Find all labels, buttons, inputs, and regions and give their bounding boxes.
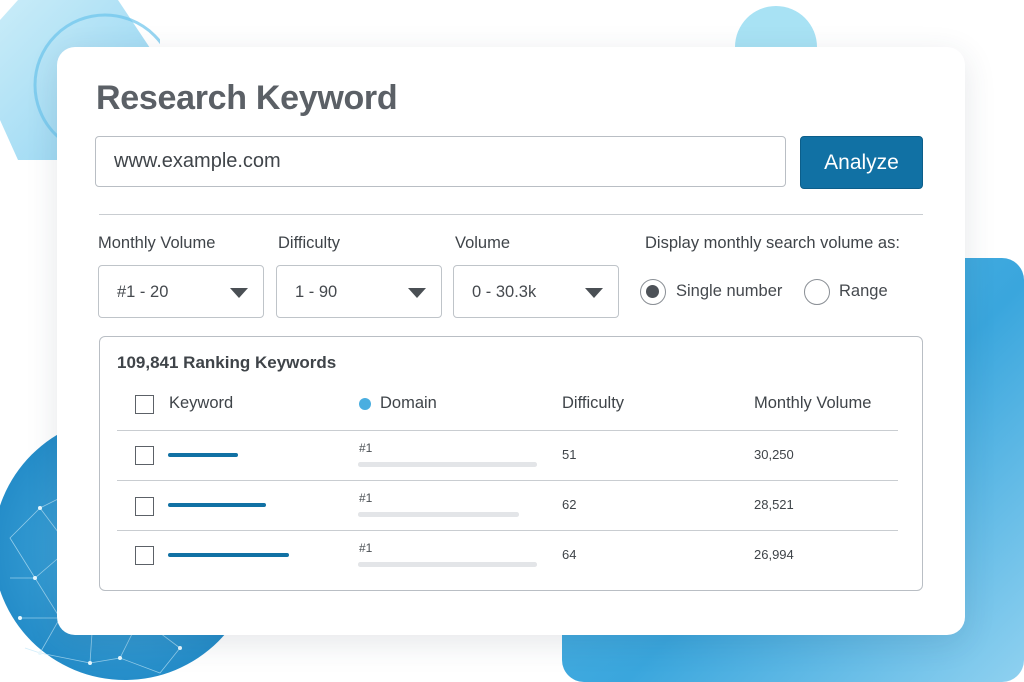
- results-count-title: 109,841 Ranking Keywords: [117, 353, 337, 372]
- row-checkbox[interactable]: [135, 546, 154, 565]
- domain-rank: #1: [359, 491, 373, 505]
- monthly-volume-select[interactable]: #1 - 20: [98, 265, 264, 318]
- divider: [99, 214, 923, 215]
- volume-value: 0 - 30.3k: [472, 283, 537, 301]
- domain-rank-bar: [358, 462, 537, 467]
- difficulty-value: 51: [562, 447, 577, 462]
- column-header-difficulty[interactable]: Difficulty: [562, 394, 624, 413]
- keyword-placeholder-bar[interactable]: [168, 453, 238, 457]
- column-header-monthly-volume[interactable]: Monthly Volume: [754, 394, 871, 413]
- chevron-down-icon: [585, 288, 603, 298]
- domain-rank: #1: [359, 441, 373, 455]
- monthly-volume-value: 28,521: [754, 497, 794, 512]
- column-header-keyword[interactable]: Keyword: [169, 394, 233, 413]
- monthly-volume-label: Monthly Volume: [98, 234, 216, 252]
- display-volume-label: Display monthly search volume as:: [645, 234, 900, 252]
- monthly-volume-value: #1 - 20: [117, 283, 169, 301]
- difficulty-value: 1 - 90: [295, 283, 338, 301]
- row-checkbox[interactable]: [135, 446, 154, 465]
- page-title: Research Keyword: [96, 79, 398, 117]
- keyword-placeholder-bar[interactable]: [168, 553, 289, 557]
- keyword-placeholder-bar[interactable]: [168, 503, 266, 507]
- column-header-domain[interactable]: Domain: [380, 394, 437, 413]
- volume-select[interactable]: 0 - 30.3k: [453, 265, 619, 318]
- difficulty-value: 64: [562, 547, 577, 562]
- monthly-volume-value: 30,250: [754, 447, 794, 462]
- domain-rank-bar: [358, 562, 537, 567]
- row-checkbox[interactable]: [135, 497, 154, 516]
- radio-selected-icon: [646, 285, 659, 298]
- chevron-down-icon: [408, 288, 426, 298]
- row-divider: [117, 480, 898, 481]
- difficulty-select[interactable]: 1 - 90: [276, 265, 442, 318]
- domain-rank: #1: [359, 541, 373, 555]
- chevron-down-icon: [230, 288, 248, 298]
- analyze-button[interactable]: Analyze: [800, 136, 923, 189]
- range-radio[interactable]: [804, 279, 830, 305]
- single-number-label: Single number: [676, 282, 783, 300]
- select-all-checkbox[interactable]: [135, 395, 154, 414]
- difficulty-value: 62: [562, 497, 577, 512]
- domain-dot-icon: [359, 398, 371, 410]
- ranking-keywords-table: 109,841 Ranking Keywords Keyword Domain …: [99, 336, 923, 591]
- url-input[interactable]: [95, 136, 786, 187]
- volume-label: Volume: [455, 234, 511, 252]
- domain-rank-bar: [358, 512, 519, 517]
- difficulty-label: Difficulty: [278, 234, 341, 252]
- monthly-volume-value: 26,994: [754, 547, 794, 562]
- row-divider: [117, 430, 898, 431]
- row-divider: [117, 530, 898, 531]
- single-number-radio[interactable]: [640, 279, 666, 305]
- research-keyword-card: Research Keyword Analyze Monthly Volume …: [57, 47, 965, 635]
- range-label: Range: [839, 282, 888, 300]
